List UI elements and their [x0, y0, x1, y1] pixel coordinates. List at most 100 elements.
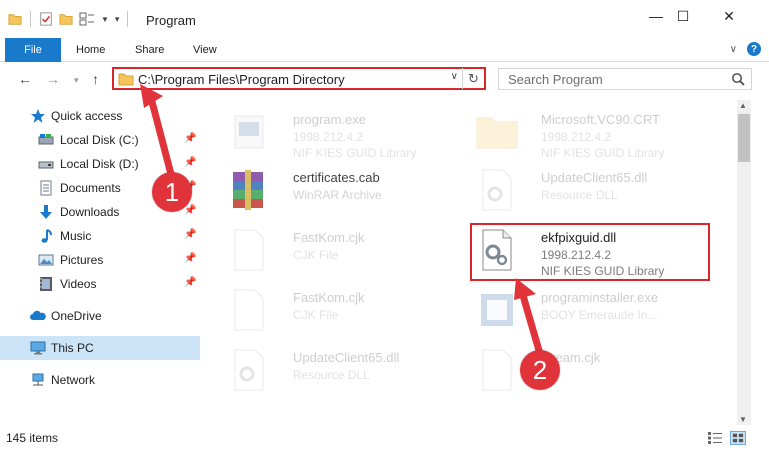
back-arrow-icon[interactable]: ←	[18, 71, 32, 87]
chevron-down-icon[interactable]: ∨	[451, 71, 458, 82]
title-bar: ▼ ▾ Program — ☐ ✕	[0, 0, 769, 38]
address-bar[interactable]: C:\Program Files\Program Directory ∨ ↻	[112, 67, 486, 90]
file-list: program.exe 1998.212.4.2 NIF KIES GUID L…	[205, 100, 735, 425]
file-icon	[234, 289, 264, 331]
downloads-icon	[40, 205, 52, 219]
documents-icon	[40, 180, 52, 196]
search-icon[interactable]	[731, 72, 745, 86]
window-title: Program	[146, 13, 196, 28]
pictures-icon	[38, 254, 54, 266]
quick-access-toolbar: ▼ ▾	[8, 11, 130, 27]
scroll-down-icon[interactable]: ▼	[739, 415, 747, 424]
file-icon	[234, 229, 264, 271]
search-input[interactable]: Search Program	[508, 72, 603, 87]
navigation-pane: Quick access Local Disk (C:) 📌 Local Dis…	[0, 100, 200, 425]
properties-icon[interactable]	[39, 12, 53, 26]
list-item[interactable]: FastKom.cjk CJK File	[225, 226, 475, 280]
file-name: UpdateClient65.dll	[293, 350, 400, 365]
sidebar-item-label: Documents	[60, 181, 121, 195]
sidebar-item-label: Videos	[60, 277, 97, 291]
forward-arrow-icon[interactable]: →	[46, 71, 60, 87]
customize-toolbar-icon[interactable]: ▾	[115, 14, 120, 25]
file-name: Microsoft.VC90.CRT	[541, 112, 660, 127]
up-arrow-icon[interactable]: ↑	[92, 71, 99, 87]
pin-icon[interactable]: 📌	[184, 253, 196, 264]
sidebar-item-quick-access[interactable]: Quick access	[0, 104, 200, 128]
list-item[interactable]: Microsoft.VC90.CRT 1998.212.4.2 NIF KIES…	[473, 108, 723, 162]
file-name: programinstaller.exe	[541, 290, 659, 305]
vertical-scrollbar[interactable]: ▲ ▼	[737, 100, 751, 425]
divider	[127, 11, 129, 27]
close-button[interactable]: ✕	[706, 0, 752, 32]
scroll-up-icon[interactable]: ▲	[739, 101, 747, 110]
sidebar-item-label: Pictures	[60, 253, 104, 267]
sidebar-item-label: Local Disk (D:)	[60, 157, 139, 171]
details-view-icon[interactable]	[707, 431, 723, 445]
file-description: NIF KIES GUID Library	[541, 146, 665, 160]
highlight-box	[470, 223, 710, 281]
tab-file[interactable]: File	[5, 38, 61, 62]
sidebar-item-label: Local Disk (C:)	[60, 133, 139, 147]
music-icon	[41, 229, 52, 243]
search-box[interactable]: Search Program	[498, 68, 752, 90]
file-name: certificates.cab	[293, 170, 380, 185]
list-item[interactable]: program.exe 1998.212.4.2 NIF KIES GUID L…	[225, 108, 475, 162]
ribbon-right-controls: ∨ ?	[730, 42, 761, 56]
file-type: WinRAR Archive	[293, 188, 382, 202]
sidebar-item-onedrive[interactable]: OneDrive	[0, 304, 200, 328]
sidebar-item-label: Quick access	[51, 109, 123, 123]
pin-icon[interactable]: 📌	[184, 205, 196, 216]
sidebar-item-label: This PC	[51, 341, 94, 355]
callout-badge-1: 1	[152, 172, 192, 212]
list-item[interactable]: FastKom.cjk CJK File	[225, 286, 475, 340]
list-item[interactable]: certificates.cab WinRAR Archive	[225, 166, 475, 220]
pin-icon[interactable]: 📌	[184, 157, 196, 168]
folder-icon	[8, 14, 22, 25]
file-version: 1998.212.4.2	[293, 130, 364, 144]
list-item[interactable]: UpdateClient65.dll Resource DLL	[473, 166, 723, 220]
maximize-button[interactable]: ☐	[660, 0, 706, 32]
sidebar-item-this-pc[interactable]: This PC	[0, 336, 200, 360]
sidebar-item-music[interactable]: Music 📌	[0, 224, 200, 248]
expand-ribbon-icon[interactable]: ∨	[730, 44, 737, 55]
scrollbar-thumb[interactable]	[738, 114, 750, 162]
maximize-icon: ☐	[676, 7, 690, 24]
file-type: CJK File	[293, 308, 339, 322]
tab-view[interactable]: View	[193, 38, 217, 62]
file-icon	[482, 349, 512, 391]
star-icon	[31, 109, 45, 123]
tab-home[interactable]: Home	[76, 38, 105, 62]
navigation-bar: ← → ▾ ↑ C:\Program Files\Program Directo…	[0, 62, 769, 96]
help-icon[interactable]: ?	[747, 42, 761, 56]
file-description: NIF KIES GUID Library	[293, 146, 417, 160]
large-icons-view-icon[interactable]	[730, 431, 746, 445]
file-type: BOOY Emeraude In...	[541, 308, 658, 322]
pin-icon[interactable]: 📌	[184, 229, 196, 240]
customize-view-icon[interactable]	[79, 12, 95, 26]
list-item[interactable]: programinstaller.exe BOOY Emeraude In...	[473, 286, 723, 340]
pin-icon[interactable]: 📌	[184, 133, 196, 144]
cloud-icon	[30, 310, 46, 320]
list-item[interactable]: UpdateClient65.dll Resource DLL	[225, 346, 475, 400]
sidebar-item-label: Network	[51, 373, 96, 387]
sidebar-item-local-disk-c[interactable]: Local Disk (C:) 📌	[0, 128, 200, 152]
ribbon-tabs: File Home Share View ∨ ?	[0, 38, 769, 62]
sidebar-item-label: Downloads	[60, 205, 120, 219]
address-path[interactable]: C:\Program Files\Program Directory	[138, 72, 345, 87]
pin-icon[interactable]: 📌	[184, 277, 196, 288]
tab-share[interactable]: Share	[135, 38, 164, 62]
sidebar-item-videos[interactable]: Videos 📌	[0, 272, 200, 296]
status-bar: 145 items	[0, 425, 769, 449]
recent-locations-icon[interactable]: ▾	[74, 75, 79, 86]
sidebar-item-pictures[interactable]: Pictures 📌	[0, 248, 200, 272]
dll-file-icon	[234, 349, 264, 391]
chevron-down-icon[interactable]: ▼	[101, 15, 109, 24]
file-version: 1998.212.4.2	[541, 130, 612, 144]
sidebar-item-label: Music	[60, 229, 92, 243]
computer-icon	[30, 341, 46, 355]
list-item[interactable]: stream.cjk	[473, 346, 723, 400]
refresh-icon[interactable]: ↻	[462, 68, 484, 89]
videos-icon	[40, 277, 52, 291]
sidebar-item-network[interactable]: Network	[0, 368, 200, 392]
new-folder-icon[interactable]	[59, 12, 73, 26]
